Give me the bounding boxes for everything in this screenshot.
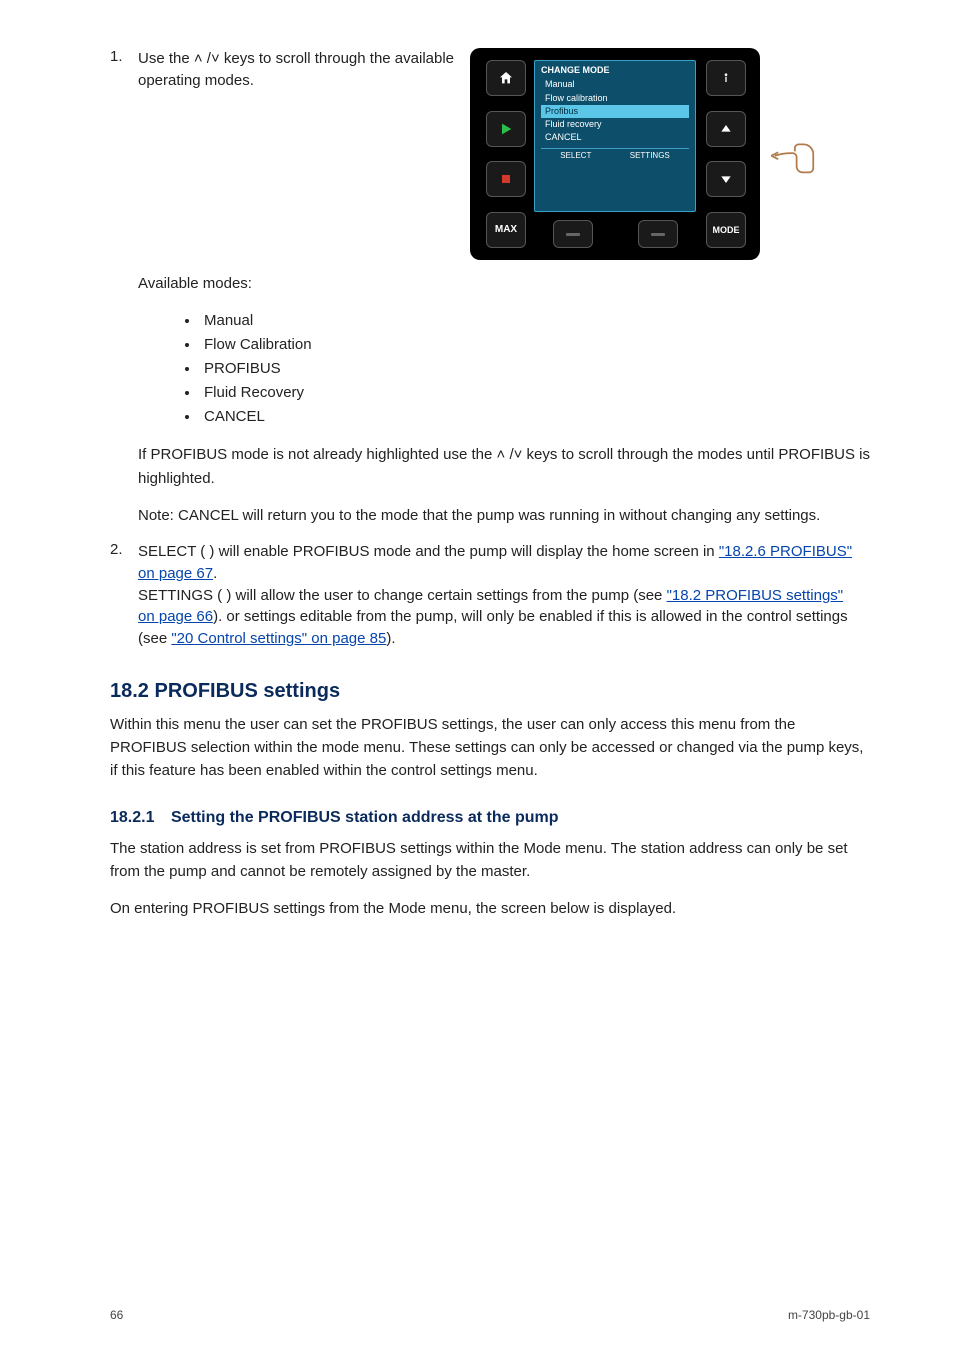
subsection-body-2: On entering PROFIBUS settings from the M… bbox=[110, 897, 870, 920]
section-heading: 18.2 PROFIBUS settings bbox=[110, 680, 870, 703]
up-arrow-icon bbox=[718, 121, 734, 137]
lcd-title: CHANGE MODE bbox=[541, 65, 689, 76]
soft-key-row bbox=[534, 220, 696, 248]
max-button[interactable]: MAX bbox=[486, 212, 526, 248]
step2-number: 2. bbox=[110, 541, 138, 558]
down-button[interactable] bbox=[706, 161, 746, 197]
step2-text-b: SETTINGS ( ) will allow the user to chan… bbox=[138, 587, 662, 604]
lcd-screen: CHANGE MODE Manual Flow calibration Prof… bbox=[534, 60, 696, 212]
lcd-item-1: Flow calibration bbox=[541, 92, 689, 105]
page: 1. Use the ˄ /˅ keys to scroll through t… bbox=[0, 0, 954, 1350]
step2-text: SELECT ( ) will enable PROFIBUS mode and… bbox=[138, 541, 854, 650]
play-button[interactable] bbox=[486, 111, 526, 147]
center-column: CHANGE MODE Manual Flow calibration Prof… bbox=[534, 60, 696, 248]
pointing-hand-icon bbox=[766, 126, 822, 182]
body-para-2: Note: CANCEL will return you to the mode… bbox=[138, 504, 870, 527]
page-number: 66 bbox=[110, 1308, 123, 1322]
mode-item: Flow Calibration bbox=[200, 333, 870, 357]
subsection-body-1: The station address is set from PROFIBUS… bbox=[110, 837, 870, 884]
down-arrow-icon bbox=[718, 171, 734, 187]
step2-row: 2. SELECT ( ) will enable PROFIBUS mode … bbox=[110, 541, 870, 650]
lcd-softlabels: SELECT SETTINGS bbox=[541, 148, 689, 161]
mode-item: PROFIBUS bbox=[200, 357, 870, 381]
mode-button[interactable]: MODE bbox=[706, 212, 746, 248]
lcd-soft-right: SETTINGS bbox=[630, 151, 670, 161]
soft-key-left[interactable] bbox=[553, 220, 593, 248]
subsection-title: Setting the PROFIBUS station address at … bbox=[171, 809, 559, 826]
device-figure: MAX CHANGE MODE Manual Flow calibration … bbox=[470, 48, 870, 260]
subsection-heading: 18.2.1 Setting the PROFIBUS station addr… bbox=[110, 809, 870, 827]
page-footer: 66 m-730pb-gb-01 bbox=[110, 1308, 870, 1322]
lcd-item-0: Manual bbox=[541, 78, 689, 91]
device-panel: MAX CHANGE MODE Manual Flow calibration … bbox=[470, 48, 760, 260]
lcd-item-2: Profibus bbox=[541, 105, 689, 118]
section-intro: Within this menu the user can set the PR… bbox=[110, 713, 870, 783]
link-control-settings[interactable]: "20 Control settings" on page 85 bbox=[171, 630, 386, 647]
step1-number: 1. bbox=[110, 48, 138, 65]
section-number: 18.2 bbox=[110, 680, 149, 702]
section-title: PROFIBUS settings bbox=[155, 680, 341, 702]
up-button[interactable] bbox=[706, 111, 746, 147]
stop-icon bbox=[498, 171, 514, 187]
soft-key-right[interactable] bbox=[638, 220, 678, 248]
info-button[interactable] bbox=[706, 60, 746, 96]
mode-item: Manual bbox=[200, 309, 870, 333]
subsection-number: 18.2.1 bbox=[110, 809, 154, 826]
home-icon bbox=[498, 70, 514, 86]
modes-list: Manual Flow Calibration PROFIBUS Fluid R… bbox=[200, 309, 870, 429]
mode-item: Fluid Recovery bbox=[200, 381, 870, 405]
lcd-item-4: CANCEL bbox=[541, 131, 689, 144]
step2-text-a: SELECT ( ) will enable PROFIBUS mode and… bbox=[138, 543, 715, 560]
modes-intro: Available modes: bbox=[138, 272, 870, 295]
lcd-soft-left: SELECT bbox=[560, 151, 591, 161]
mode-item: CANCEL bbox=[200, 405, 870, 429]
right-key-column: MODE bbox=[706, 60, 744, 248]
lcd-item-3: Fluid recovery bbox=[541, 118, 689, 131]
home-button[interactable] bbox=[486, 60, 526, 96]
softkey-bar-icon bbox=[566, 233, 580, 236]
play-icon bbox=[498, 121, 514, 137]
info-icon bbox=[718, 70, 734, 86]
doc-id: m-730pb-gb-01 bbox=[788, 1308, 870, 1322]
left-key-column: MAX bbox=[486, 60, 524, 248]
body-para-1: If PROFIBUS mode is not already highligh… bbox=[138, 443, 870, 490]
stop-button[interactable] bbox=[486, 161, 526, 197]
step1-text: Use the ˄ /˅ keys to scroll through the … bbox=[138, 48, 454, 92]
softkey-bar-icon bbox=[651, 233, 665, 236]
step1-row: 1. Use the ˄ /˅ keys to scroll through t… bbox=[110, 48, 870, 260]
